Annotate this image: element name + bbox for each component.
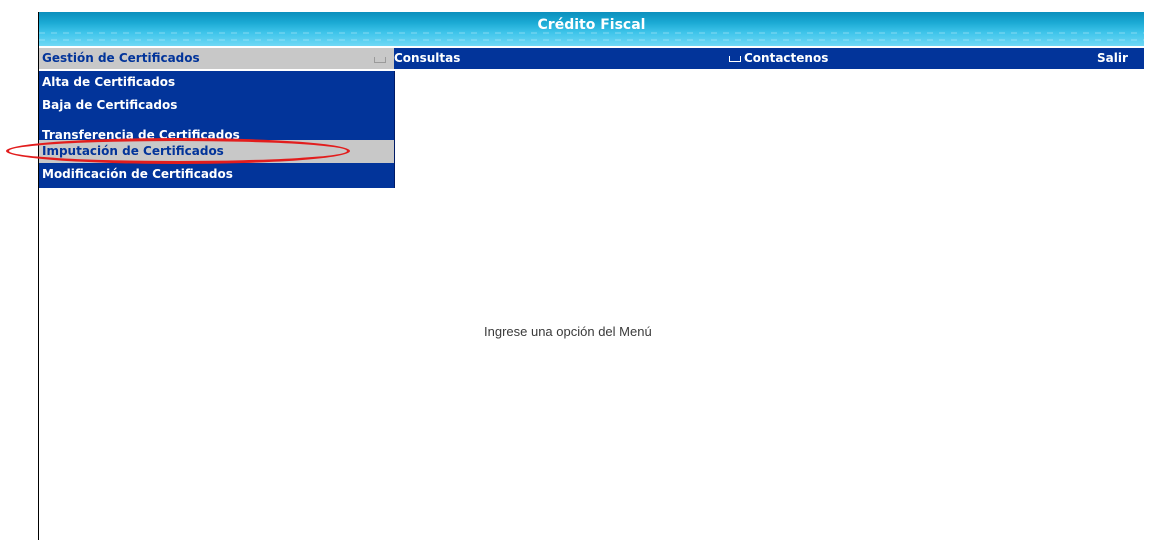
menu-consultas-label: Consultas [394, 51, 461, 65]
menu-salir-label: Salir [1097, 51, 1128, 65]
menu-contactenos[interactable]: Contactenos [729, 48, 828, 69]
main-placeholder-message: Ingrese una opción del Menú [484, 324, 652, 339]
dropdown-item-baja[interactable]: Baja de Certificados [39, 94, 394, 117]
dropdown-item-transferencia[interactable]: Transferencia de Certificados [39, 117, 394, 140]
minimize-icon [729, 55, 741, 62]
menu-consultas[interactable]: Consultas [394, 48, 460, 69]
dropdown-item-imputacion[interactable]: Imputación de Certificados [39, 140, 394, 163]
menu-gestion-certificados[interactable]: Gestión de Certificados [39, 48, 394, 69]
menu-salir[interactable]: Salir [1097, 48, 1128, 69]
dropdown-item-alta[interactable]: Alta de Certificados [39, 71, 394, 94]
menu-contactenos-label: Contactenos [744, 51, 829, 65]
menu-bar: Gestión de Certificados Consultas Contac… [39, 48, 1144, 69]
gestion-dropdown-menu: Alta de Certificados Baja de Certificado… [39, 71, 395, 188]
menu-gestion-label: Gestión de Certificados [42, 51, 200, 65]
minimize-icon [374, 57, 386, 63]
title-bar: Crédito Fiscal [39, 12, 1144, 46]
dropdown-item-modificacion[interactable]: Modificación de Certificados [39, 163, 394, 186]
app-title: Crédito Fiscal [537, 17, 646, 33]
